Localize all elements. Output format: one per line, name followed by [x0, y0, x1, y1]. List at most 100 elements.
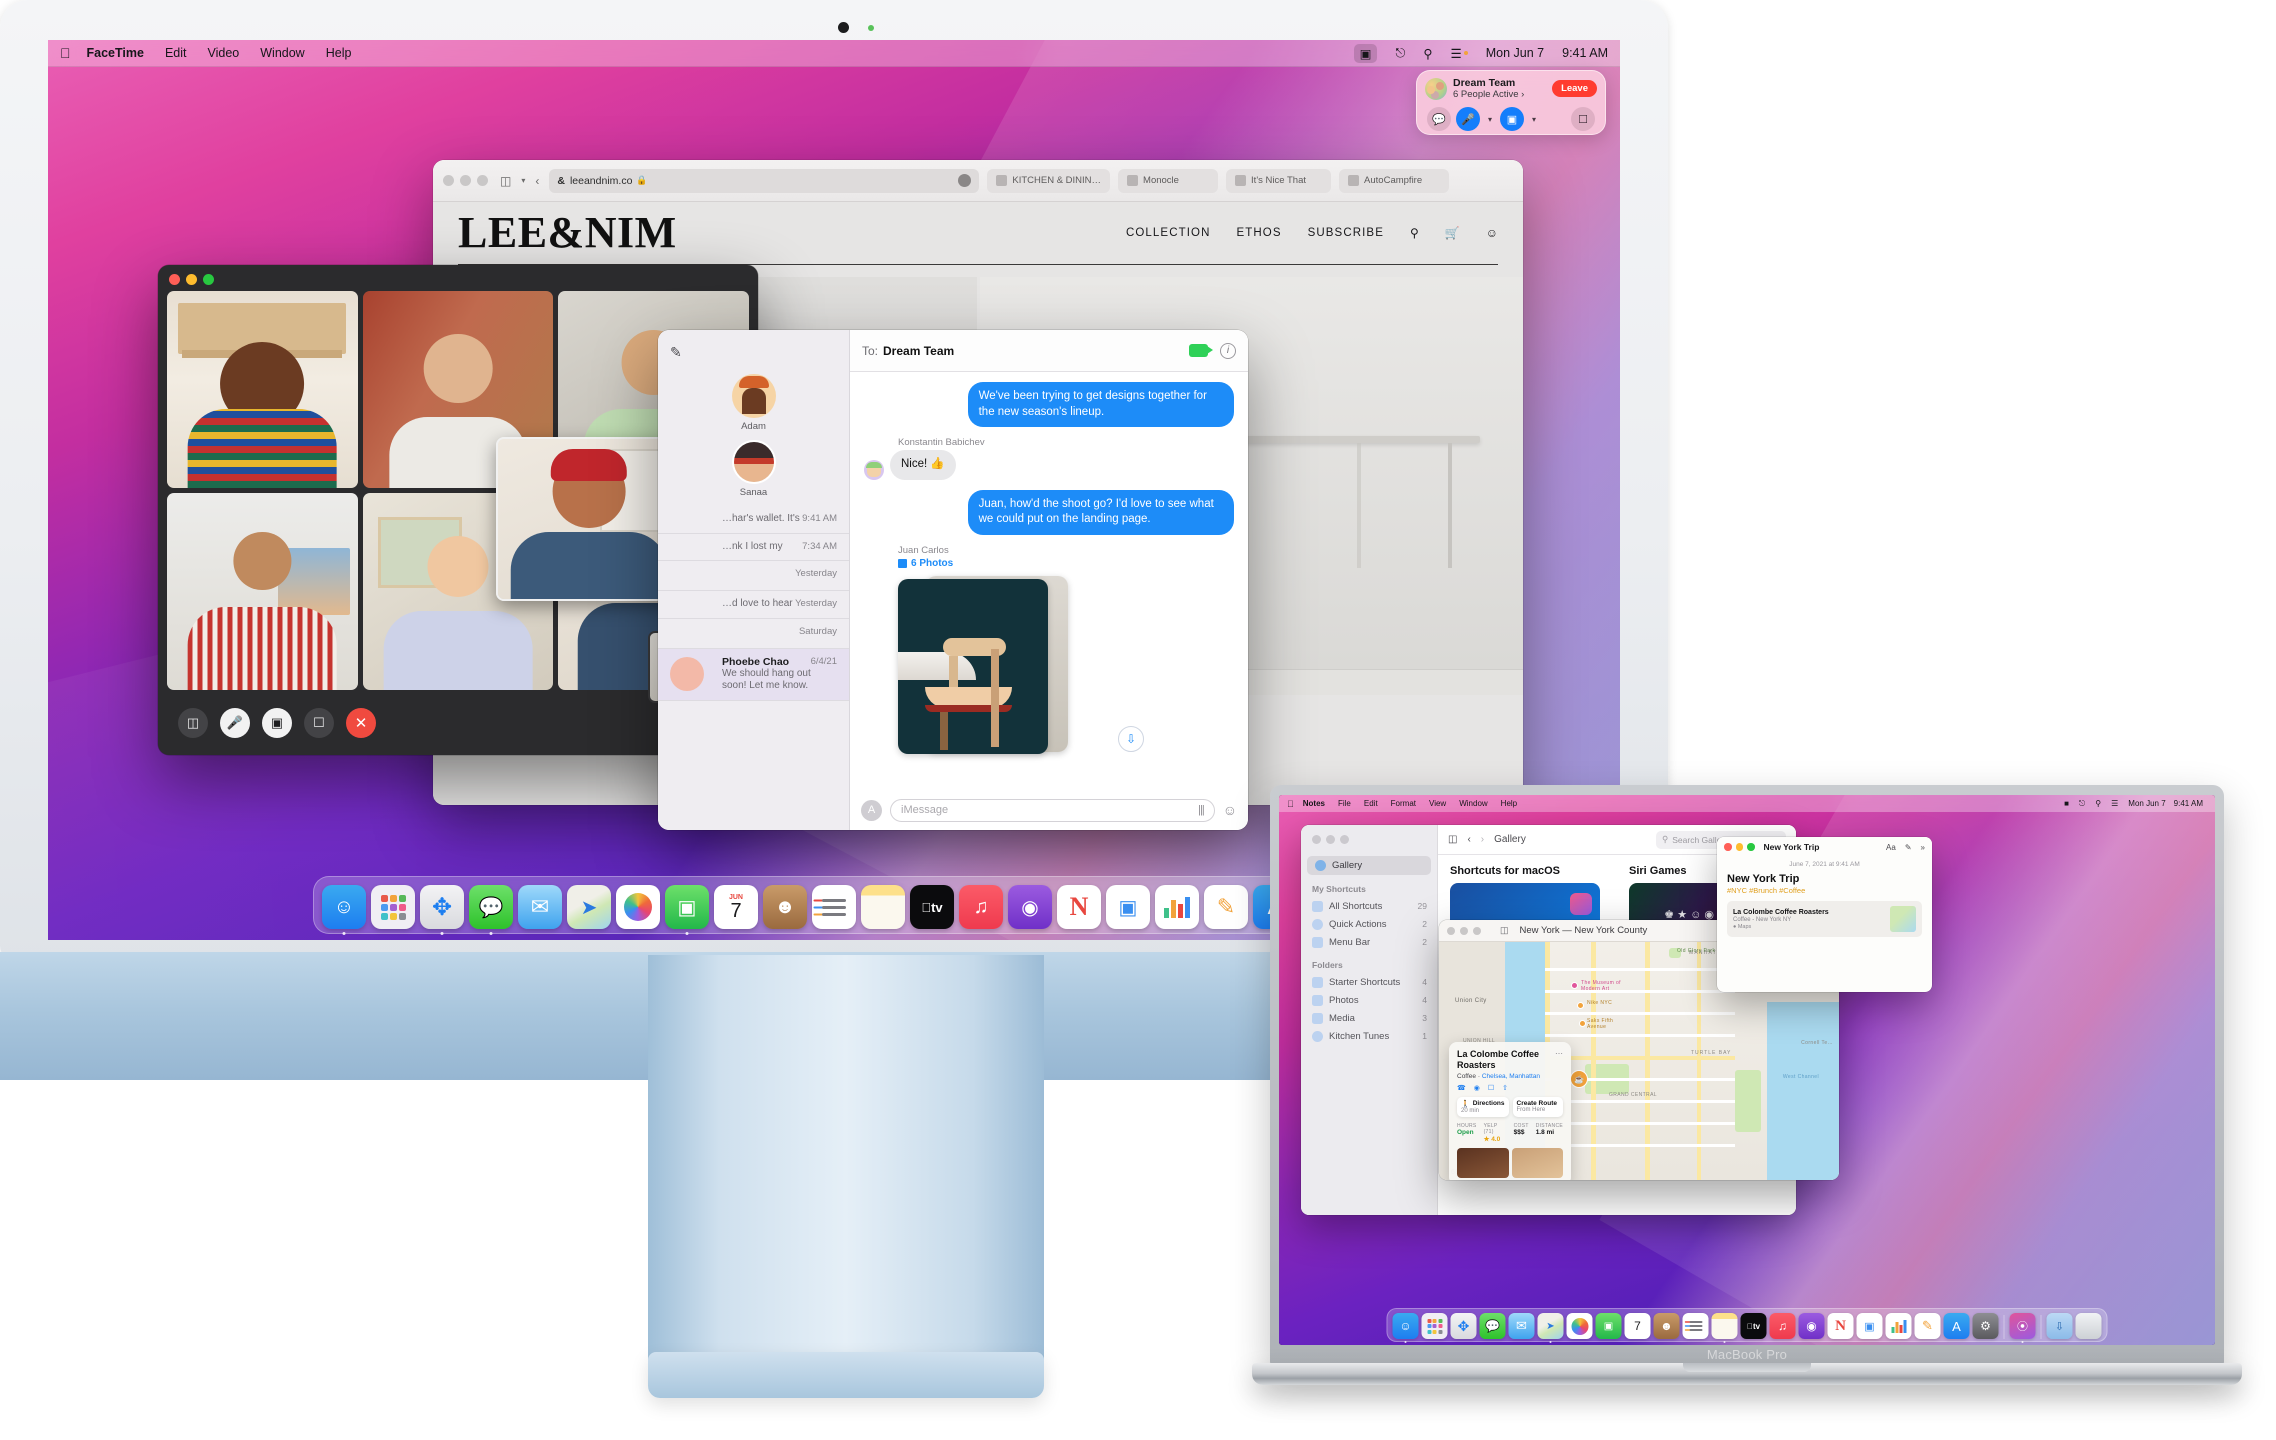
message-bubble-incoming[interactable]: Nice! 👍 — [890, 450, 956, 480]
dock-item-facetime[interactable]: ▣ — [1595, 1313, 1622, 1339]
dock-item-maps[interactable]: ➤ — [1537, 1313, 1564, 1339]
menu-help[interactable]: Help — [1501, 799, 1517, 808]
macbook-dock[interactable]: ☺ ✥ 💬 ✉ ➤ ▣ 7 ☻ tv ♫ ◉ N ▣ ✎ A ⚙ ⦿ ⇩ — [1386, 1308, 2108, 1342]
facetime-video-icon[interactable] — [1189, 344, 1213, 357]
sidebar-item-all-shortcuts[interactable]: All Shortcuts 29 — [1301, 897, 1437, 915]
message-bubble-outgoing[interactable]: Juan, how'd the shoot go? I'd love to se… — [967, 489, 1234, 535]
dock-item-numbers[interactable] — [1885, 1313, 1912, 1339]
dock-item-facetime[interactable]: ▣ — [665, 885, 709, 929]
pinned-tab-3[interactable]: It's Nice That — [1226, 168, 1332, 193]
control-center-icon[interactable]: ☰ — [2111, 799, 2118, 808]
menubar-date[interactable]: Mon Jun 7 — [1486, 46, 1544, 60]
apple-menu-icon[interactable]:  — [60, 46, 71, 60]
sidebar-item-quick-actions[interactable]: Quick Actions 2 — [1301, 915, 1437, 933]
place-photo[interactable] — [1511, 1147, 1563, 1178]
format-aa-icon[interactable]: Aa — [1886, 843, 1896, 852]
place-neighborhood[interactable]: Chelsea, Manhattan — [1482, 1073, 1540, 1080]
attachment-photo-front[interactable] — [898, 578, 1048, 754]
cart-icon[interactable]: 🛒 — [1445, 226, 1460, 240]
dock-item-pages[interactable]: ✎ — [1914, 1313, 1941, 1339]
menu-edit[interactable]: Edit — [1364, 799, 1378, 808]
dock-item-reminders[interactable] — [1682, 1313, 1709, 1339]
dock-item-finder[interactable]: ☺ — [322, 885, 366, 929]
back-icon[interactable]: ‹ — [1467, 834, 1470, 845]
dock-item-photos[interactable] — [1566, 1313, 1593, 1339]
facetime-notification-banner[interactable]: Dream Team 6 People Active › Leave 💬 🎤 ▾… — [1416, 70, 1606, 135]
more-icon[interactable]: » — [1921, 843, 1925, 852]
facetime-traffic-lights[interactable] — [158, 265, 758, 285]
microphone-icon[interactable]: 🎤 — [220, 708, 250, 738]
waveform-icon[interactable]: ||| — [1198, 804, 1205, 816]
microphone-icon[interactable]: 🎤 — [1456, 107, 1480, 132]
dock-item-notes[interactable] — [1711, 1313, 1738, 1339]
messages-header[interactable]: To: Dream Team i — [850, 330, 1248, 372]
leave-call-button[interactable]: Leave — [1552, 80, 1597, 98]
dock-item-maps[interactable]: ➤ — [567, 885, 611, 929]
pinned-conversation[interactable]: Adam — [658, 374, 849, 432]
dock-item-photos[interactable] — [616, 885, 660, 929]
dock-item-podcasts[interactable]: ◉ — [1008, 885, 1052, 929]
conversation-row[interactable]: Yesterday …d love to hear — [658, 591, 849, 619]
nav-ethos[interactable]: ETHOS — [1236, 227, 1281, 239]
dock-item-calendar[interactable]: 7 — [1624, 1313, 1651, 1339]
safari-toolbar[interactable]: ◫ ▾ ‹ & leeandnim.co 🔒 KITCHEN & DININ… … — [433, 160, 1523, 202]
chevron-down-icon-mic[interactable]: ▾ — [1485, 107, 1495, 131]
dock-item-music[interactable]: ♫ — [1769, 1313, 1796, 1339]
imac-menubar[interactable]:  FaceTime Edit Video Window Help ▣ ⎋ ⚲ … — [48, 40, 1620, 67]
menu-facetime[interactable]: FaceTime — [87, 46, 144, 60]
dock-item-messages[interactable]: 💬 — [469, 885, 513, 929]
sidebar-item-menu-bar[interactable]: Menu Bar 2 — [1301, 933, 1437, 951]
dock-item-contacts[interactable]: ☻ — [763, 885, 807, 929]
emoji-icon[interactable]: ☺ — [1223, 802, 1237, 818]
dock-item-contacts[interactable]: ☻ — [1653, 1313, 1680, 1339]
conversation-row[interactable]: Yesterday — [658, 561, 849, 591]
sidebar-icon[interactable]: ◫ — [500, 174, 511, 188]
dock-item-launchpad[interactable] — [1421, 1313, 1448, 1339]
menu-edit[interactable]: Edit — [165, 46, 187, 60]
imac-dock[interactable]: ☺ ✥ 💬 ✉ ➤ ▣ JUN 7 ☻ tv ♫ ◉ N ▣ ✎ — [313, 876, 1355, 934]
dock-item-apple-tv[interactable]: tv — [1740, 1313, 1767, 1339]
account-icon[interactable]: ☺ — [1486, 226, 1498, 240]
message-icon[interactable]: 💬 — [1427, 107, 1451, 132]
dock-item-system-preferences[interactable]: ⚙ — [1972, 1313, 1999, 1339]
place-photos[interactable] — [1457, 1147, 1563, 1178]
sidebar-item-kitchen-tunes[interactable]: Kitchen Tunes 1 — [1301, 1027, 1437, 1045]
create-route-button[interactable]: Create Route From Here — [1512, 1096, 1563, 1117]
conversation-row[interactable]: 7:34 AM …nk I lost my — [658, 534, 849, 561]
dock-item-apple-tv[interactable]: tv — [910, 885, 954, 929]
share-screen-icon[interactable]: ☐ — [304, 708, 334, 738]
end-call-icon[interactable]: ✕ — [346, 708, 376, 738]
search-icon[interactable]: ⚲ — [1410, 226, 1419, 240]
share-screen-icon[interactable]: ☐ — [1571, 107, 1595, 132]
map-pin-selected[interactable]: ☕ — [1570, 1070, 1588, 1088]
info-icon[interactable]: i — [1220, 342, 1236, 359]
message-input[interactable]: iMessage ||| — [890, 798, 1215, 822]
nav-collection[interactable]: COLLECTION — [1126, 227, 1211, 239]
participant-tile[interactable] — [167, 291, 358, 488]
participant-tile[interactable] — [167, 493, 358, 690]
dock-item-news[interactable]: N — [1057, 885, 1101, 929]
menu-file[interactable]: File — [1338, 799, 1351, 808]
chevron-down-icon[interactable]: ▾ — [521, 176, 525, 185]
dock-item-notes[interactable] — [861, 885, 905, 929]
dock-item-downloads[interactable]: ⇩ — [2046, 1313, 2073, 1339]
menu-help[interactable]: Help — [326, 46, 352, 60]
conversation-row[interactable]: 9:41 AM …har's wallet. It's — [658, 506, 849, 534]
dock-item-mail[interactable]: ✉ — [518, 885, 562, 929]
dock-item-finder[interactable]: ☺ — [1392, 1313, 1419, 1339]
apple-menu-icon[interactable]:  — [1287, 799, 1294, 809]
dock-item-messages[interactable]: 💬 — [1479, 1313, 1506, 1339]
video-camera-icon[interactable]: ▣ — [1500, 107, 1524, 132]
dock-item-keynote[interactable]: ▣ — [1106, 885, 1150, 929]
site-brand[interactable]: LEE&NIM — [458, 211, 677, 255]
note-content[interactable]: June 7, 2021 at 9:41 AM New York Trip #N… — [1717, 857, 1932, 937]
dock-item-shortcuts[interactable]: ⦿ — [2009, 1313, 2036, 1339]
website-icon[interactable]: ◉ — [1474, 1084, 1480, 1092]
pinned-conversation[interactable]: Sanaa — [658, 440, 849, 498]
photo-attachment-label[interactable]: 6 Photos — [898, 558, 1234, 569]
reader-icon[interactable] — [958, 174, 972, 187]
directions-button[interactable]: 🚶 Directions 20 min — [1457, 1096, 1509, 1117]
messages-sidebar[interactable]: ✎ Adam Sanaa 9:41 AM …har's wallet. It's… — [658, 330, 850, 830]
compose-icon[interactable]: ✎ — [670, 344, 682, 361]
notes-window[interactable]: New York Trip Aa ✎ » June 7, 2021 at 9:4… — [1717, 837, 1932, 992]
